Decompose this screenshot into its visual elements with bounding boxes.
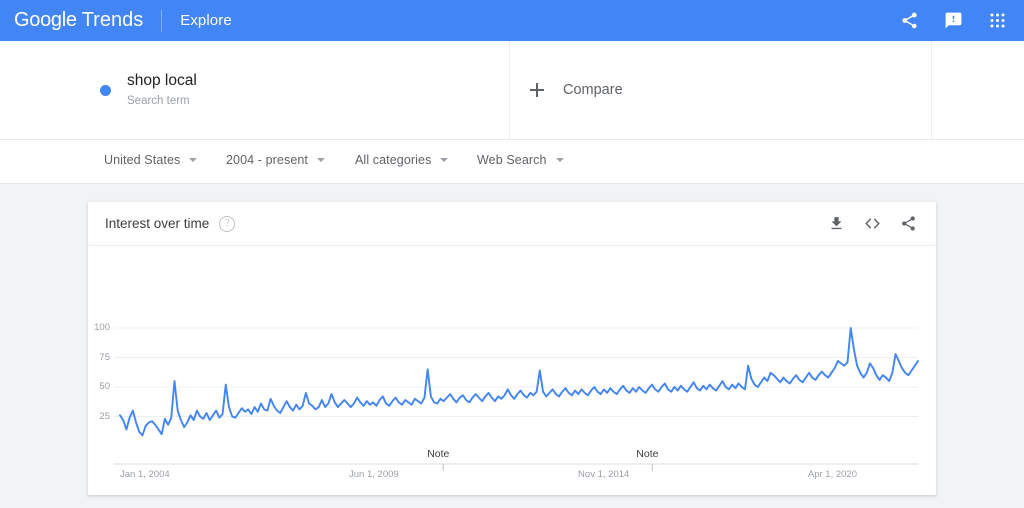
share-icon[interactable]	[894, 6, 924, 36]
filter-category-label: All categories	[355, 153, 431, 167]
nav-explore[interactable]: Explore	[180, 12, 232, 29]
filters-bar: United States 2004 - present All categor…	[0, 140, 1024, 184]
apps-grid-icon[interactable]	[982, 6, 1012, 36]
brand-logo[interactable]: Google Trends	[14, 9, 143, 32]
brand-product-text: Trends	[82, 9, 144, 32]
filter-timerange-label: 2004 - present	[226, 153, 308, 167]
app-header: Google Trends Explore	[0, 0, 1024, 41]
help-icon[interactable]: ?	[219, 216, 235, 232]
compare-cell[interactable]: Compare	[510, 41, 932, 139]
x-tick-label: Apr 1, 2020	[808, 469, 857, 480]
chart-note-label[interactable]: Note	[427, 448, 449, 460]
x-tick-label: Jun 1, 2009	[349, 469, 399, 480]
feedback-icon[interactable]	[938, 6, 968, 36]
chart-canvas	[88, 246, 936, 494]
term-subtitle: Search term	[127, 93, 197, 109]
filter-timerange[interactable]: 2004 - present	[226, 153, 325, 167]
trends-line-chart[interactable]: 25 50 75 100 Jan 1, 2004 Jun 1, 2009 Nov 1, 2…	[88, 246, 936, 494]
term-text-group: shop local Search term	[127, 71, 197, 109]
plus-icon	[530, 83, 544, 97]
brand-google-text: Google	[14, 9, 77, 32]
compare-label: Compare	[563, 82, 623, 98]
add-compare-button[interactable]: Compare	[530, 82, 623, 98]
chevron-down-icon	[556, 158, 564, 162]
chevron-down-icon	[317, 158, 325, 162]
filter-location[interactable]: United States	[104, 153, 197, 167]
chevron-down-icon	[189, 158, 197, 162]
header-actions	[894, 6, 1012, 36]
y-tick-label: 25	[86, 411, 110, 422]
x-tick-label: Nov 1, 2014	[578, 469, 629, 480]
y-tick-label: 50	[86, 381, 110, 392]
filter-location-label: United States	[104, 153, 180, 167]
term-title: shop local	[127, 71, 197, 91]
filter-category[interactable]: All categories	[355, 153, 448, 167]
y-tick-label: 100	[86, 322, 110, 333]
header-divider	[161, 10, 162, 32]
interest-over-time-card: Interest over time ? 255075100 Jan 1,	[88, 202, 936, 495]
chevron-down-icon	[440, 158, 448, 162]
card-actions	[827, 214, 918, 233]
filter-search-type[interactable]: Web Search	[477, 153, 564, 167]
card-header: Interest over time ?	[88, 202, 936, 246]
download-icon[interactable]	[827, 214, 846, 233]
x-tick-label: Jan 1, 2004	[120, 469, 170, 480]
chart-note-label[interactable]: Note	[636, 448, 658, 460]
search-term-card[interactable]: shop local Search term	[0, 41, 510, 139]
filter-search-type-label: Web Search	[477, 153, 547, 167]
share-icon[interactable]	[899, 214, 918, 233]
search-terms-bar: shop local Search term Compare	[0, 41, 1024, 140]
y-tick-label: 75	[86, 352, 110, 363]
card-title: Interest over time	[105, 216, 209, 231]
term-color-dot	[100, 85, 111, 96]
embed-icon[interactable]	[863, 214, 882, 233]
